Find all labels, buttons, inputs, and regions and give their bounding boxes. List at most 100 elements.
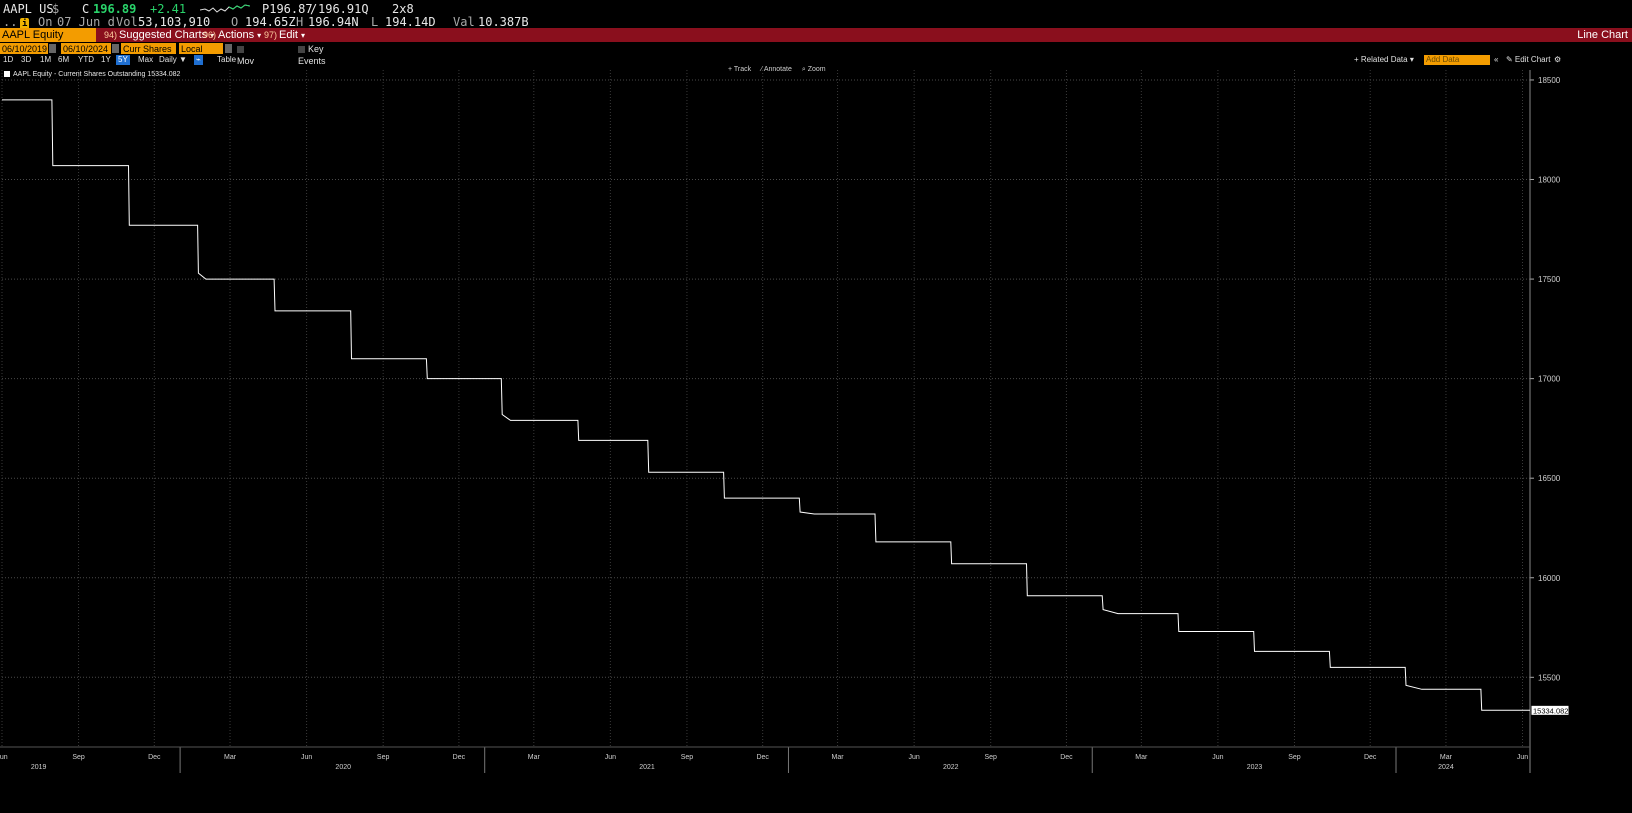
period-1y[interactable]: 1Y <box>101 55 111 65</box>
annotate-button[interactable]: ⁄ Annotate <box>761 66 792 73</box>
zoom-button[interactable]: ⌕ Zoom <box>802 66 826 73</box>
legend-swatch[interactable] <box>4 71 10 78</box>
period-ytd[interactable]: YTD <box>78 55 94 65</box>
menu-actions[interactable]: 96) Actions ▾ <box>203 28 261 43</box>
x-tick-label: Sep <box>72 754 85 761</box>
period-3d[interactable]: 3D <box>21 55 31 65</box>
x-tick-label: Mar <box>1440 754 1453 761</box>
menu-suggested-charts-label: Suggested Charts <box>119 29 208 41</box>
x-tick-label: Dec <box>453 754 466 761</box>
low-label: L <box>371 15 379 29</box>
x-tick-label: Dec <box>756 754 769 761</box>
collapse-icon[interactable]: « <box>1494 55 1498 65</box>
change-value: +2.41 <box>150 2 187 16</box>
x-tick-label: Jun <box>605 754 616 761</box>
chart-toolbar: + Track ⁄ Annotate ⌕ Zoom <box>728 66 834 74</box>
add-data-input[interactable]: Add Data <box>1424 55 1490 65</box>
x-tick-label: Jun <box>1517 754 1528 761</box>
open-value: 194.65Z <box>245 15 296 29</box>
open-label: O <box>231 15 239 29</box>
track-button[interactable]: + Track <box>728 66 751 73</box>
related-data-menu[interactable]: + Related Data ▾ <box>1354 55 1414 65</box>
calendar-icon[interactable] <box>112 44 119 53</box>
menu-suggested-charts-num: 94) <box>104 30 118 40</box>
data-field-select[interactable]: Curr Shares C <box>121 43 176 66</box>
period-6m[interactable]: 6M <box>58 55 69 65</box>
y-tick-label: 17500 <box>1538 275 1561 284</box>
x-tick-label: Mar <box>224 754 237 761</box>
gear-icon[interactable]: ⚙ <box>1554 55 1561 65</box>
chart-panel: 15500 16000 16500 17000 17500 18000 18500 Jun Se… <box>0 66 1632 808</box>
dropdown-icon[interactable] <box>225 44 232 53</box>
x-tick-label: Dec <box>148 754 161 761</box>
year-label: 2024 <box>1438 764 1454 771</box>
chart-type-label: Line Chart <box>1577 29 1628 41</box>
x-tick-label: Jun <box>1212 754 1223 761</box>
x-tick-label: Sep <box>1288 754 1301 761</box>
x-tick-label: Sep <box>681 754 694 761</box>
x-tick-label: Sep <box>984 754 997 761</box>
period-max[interactable]: Max <box>138 55 153 65</box>
y-tick-label: 18500 <box>1538 76 1561 85</box>
edit-chart-button[interactable]: ✎ Edit Chart <box>1506 55 1551 65</box>
sparkline-icon <box>200 4 250 13</box>
high-label: H <box>296 15 304 29</box>
menu-edit-num: 97) <box>264 30 278 40</box>
line-chart[interactable]: 15500 16000 16500 17000 17500 18000 18500 Jun Se… <box>0 66 1632 808</box>
menu-bar: AAPL Equity 94) Suggested Charts ▾ 96) Acti… <box>0 28 1632 42</box>
y-tick-label: 18000 <box>1538 176 1561 185</box>
end-date-field[interactable]: 06/10/2024 <box>61 43 111 54</box>
x-tick-label: Jun <box>908 754 919 761</box>
val-label: Val <box>453 15 475 29</box>
quote-size: 2x8 <box>392 2 414 16</box>
on-date: 07 Jun d <box>57 15 115 29</box>
x-tick-label: Dec <box>1364 754 1377 761</box>
period-5y[interactable]: 5Y <box>116 55 130 65</box>
security-field[interactable]: AAPL Equity <box>0 28 96 42</box>
table-button[interactable]: Table <box>217 55 236 65</box>
ticker[interactable]: AAPL US <box>3 2 54 16</box>
period-row: 1D 3D 1M 6M YTD 1Y 5Y Max Daily ▼ ⌁ Tabl… <box>0 55 1632 65</box>
vol-label: Vol <box>116 15 138 29</box>
caret-down-icon: ▾ <box>257 31 262 40</box>
y-tick-label: 17000 <box>1538 375 1561 384</box>
x-tick-label: Dec <box>1060 754 1073 761</box>
period-1d[interactable]: 1D <box>3 55 13 65</box>
frequency-select[interactable]: Daily ▼ <box>159 55 187 65</box>
plot-background <box>0 66 1632 808</box>
x-tick-label: Sep <box>377 754 390 761</box>
checkbox-icon <box>298 46 305 54</box>
year-label: 2019 <box>31 764 47 771</box>
close-label: C <box>82 2 90 16</box>
currency-symbol: $ <box>52 2 60 16</box>
menu-edit[interactable]: 97) Edit ▾ <box>264 28 305 43</box>
year-label: 2022 <box>943 764 959 771</box>
year-label: 2020 <box>335 764 351 771</box>
y-tick-label: 15500 <box>1538 673 1561 682</box>
y-tick-label: 16000 <box>1538 574 1561 583</box>
year-label: 2021 <box>639 764 655 771</box>
low-value: 194.14D <box>385 15 436 29</box>
caret-down-icon: ▾ <box>300 31 305 40</box>
calendar-icon[interactable] <box>49 44 56 53</box>
x-tick-label: Mar <box>832 754 845 761</box>
start-date-field[interactable]: 06/10/2019 <box>0 43 48 54</box>
menu-actions-num: 96) <box>203 30 217 40</box>
period-1m[interactable]: 1M <box>40 55 51 65</box>
vol-value: 53,103,910 <box>138 15 211 29</box>
menu-actions-label: Actions <box>218 29 255 41</box>
val-value: 10.387B <box>478 15 529 29</box>
high-value: 196.94N <box>308 15 359 29</box>
legend-label: AAPL Equity - Current Shares Outstanding… <box>13 71 181 78</box>
close-value: 196.89 <box>93 2 137 16</box>
menu-edit-label: Edit <box>279 29 298 41</box>
menu-suggested-charts[interactable]: 94) Suggested Charts ▾ <box>104 28 214 43</box>
bid-ask-separator: / <box>310 2 318 16</box>
currency-select[interactable]: Local CCY <box>179 43 223 66</box>
x-tick-label: Jun <box>0 754 8 761</box>
year-label: 2023 <box>1247 764 1263 771</box>
y-tick-label: 16500 <box>1538 474 1561 483</box>
chart-legend: AAPL Equity - Current Shares Outstanding… <box>4 71 180 78</box>
chart-style-icon[interactable]: ⌁ <box>194 55 203 65</box>
bid-value: P196.87 <box>262 2 313 16</box>
